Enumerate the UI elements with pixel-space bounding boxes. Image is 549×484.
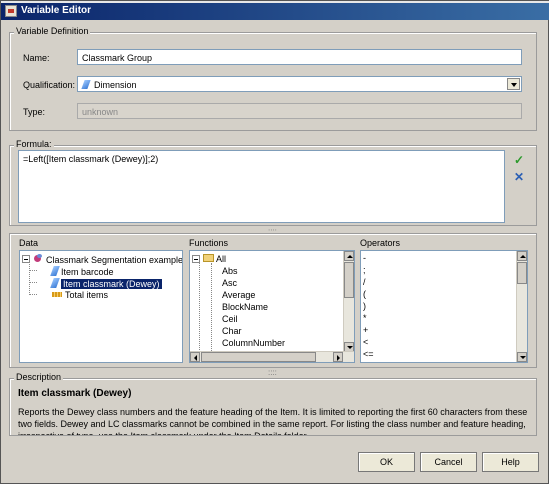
scroll-thumb[interactable] [201, 352, 316, 362]
window-title: Variable Editor [21, 5, 92, 16]
tree-item[interactable]: Classmark Segmentation example [33, 254, 182, 266]
description-body: Reports the Dewey class numbers and the … [18, 403, 533, 435]
operator-item[interactable]: / [363, 277, 366, 288]
functions-vscroll[interactable] [343, 251, 354, 352]
description-label: Description [14, 372, 64, 382]
operators-panel-title: Operators [360, 238, 401, 248]
qualification-label: Qualification: [23, 80, 76, 90]
checkmark-icon[interactable]: ✓ [514, 153, 524, 167]
operator-item[interactable]: < [363, 337, 368, 348]
splitter-grip-bottom[interactable]: :::: [268, 368, 277, 377]
function-item[interactable]: ColumnNumber [222, 338, 285, 350]
formula-label: Formula: [14, 139, 54, 149]
data-panel-title: Data [19, 238, 39, 248]
x-icon[interactable]: ✕ [514, 170, 524, 184]
functions-tree[interactable]: All Abs Asc Average BlockName Ceil Char … [189, 250, 355, 363]
scroll-right-icon[interactable] [333, 352, 343, 362]
operator-item[interactable]: * [363, 313, 367, 324]
chevron-down-icon[interactable] [507, 78, 520, 90]
tree-item-selected[interactable]: Item classmark (Dewey) [50, 278, 162, 290]
operator-item[interactable]: ) [363, 301, 366, 312]
scroll-thumb[interactable] [517, 262, 527, 284]
functions-panel-title: Functions [189, 238, 229, 248]
variable-editor-window: Variable Editor Variable Definition Name… [0, 0, 549, 484]
operators-list[interactable]: - ; / ( ) * + < <= [360, 250, 528, 363]
qualification-value: Dimension [94, 80, 137, 90]
function-item[interactable]: Asc [222, 278, 237, 290]
name-field[interactable]: Classmark Group [77, 49, 522, 65]
dimension-icon [50, 266, 60, 276]
description-text: Reports the Dewey class numbers and the … [18, 407, 528, 435]
function-item[interactable]: Average [222, 290, 255, 302]
scroll-down-icon[interactable] [517, 352, 527, 362]
operators-vscroll[interactable] [516, 251, 527, 362]
scroll-thumb[interactable] [344, 262, 354, 298]
function-item[interactable]: Abs [222, 266, 238, 278]
operator-item[interactable]: + [363, 325, 368, 336]
qualification-select[interactable]: Dimension [77, 76, 522, 92]
type-label: Type: [23, 107, 46, 117]
scroll-up-icon[interactable] [344, 251, 354, 261]
operator-item[interactable]: - [363, 253, 366, 264]
tree-item[interactable]: Total items [52, 290, 108, 302]
tree-item[interactable]: Item barcode [50, 266, 114, 278]
ok-button[interactable]: OK [358, 452, 415, 472]
folder-icon [203, 254, 214, 262]
title-bar[interactable]: Variable Editor [1, 3, 549, 20]
collapse-icon[interactable] [192, 255, 200, 263]
scroll-left-icon[interactable] [190, 352, 200, 362]
description-title: Item classmark (Dewey) [18, 388, 132, 399]
cancel-button[interactable]: Cancel [420, 452, 477, 472]
functions-hscroll[interactable] [190, 351, 354, 362]
function-item[interactable]: Ceil [222, 314, 238, 326]
operator-item[interactable]: <= [363, 349, 374, 360]
tree-item[interactable]: All [203, 254, 226, 266]
dimension-icon [50, 278, 60, 288]
collapse-icon[interactable] [22, 255, 30, 263]
measure-icon [52, 292, 62, 297]
app-icon [5, 5, 17, 17]
document-icon [33, 254, 43, 264]
name-label: Name: [23, 53, 50, 63]
dimension-icon [81, 80, 91, 89]
function-item[interactable]: Char [222, 326, 242, 338]
help-button[interactable]: Help [482, 452, 539, 472]
operator-item[interactable]: ; [363, 265, 366, 276]
type-field: unknown [77, 103, 522, 119]
variable-definition-label: Variable Definition [14, 26, 91, 36]
operator-item[interactable]: ( [363, 289, 366, 300]
formula-input[interactable]: =Left([Item classmark (Dewey)];2) [18, 150, 505, 223]
scroll-up-icon[interactable] [517, 251, 527, 261]
data-tree[interactable]: Classmark Segmentation example Item barc… [19, 250, 183, 363]
function-item[interactable]: BlockName [222, 302, 268, 314]
